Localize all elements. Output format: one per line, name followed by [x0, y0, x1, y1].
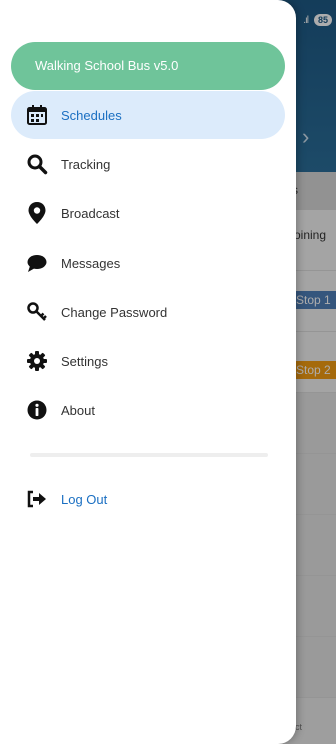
- menu-item-label: Broadcast: [61, 205, 120, 221]
- gear-icon: [25, 349, 49, 373]
- map-pin-icon: [25, 201, 49, 225]
- menu-item-label: Messages: [61, 255, 121, 271]
- menu-divider: [30, 453, 268, 457]
- menu-item-settings[interactable]: Settings: [11, 337, 285, 385]
- logout-label: Log Out: [61, 491, 108, 507]
- menu-item-label: Change Password: [61, 304, 168, 320]
- calendar-icon: [25, 103, 49, 127]
- menu-item-change-password[interactable]: Change Password: [11, 288, 285, 336]
- menu-item-label: Tracking: [61, 156, 111, 172]
- info-icon: [25, 398, 49, 422]
- key-icon: [25, 300, 49, 324]
- chat-bubble-icon: [25, 251, 49, 275]
- menu-item-broadcast[interactable]: Broadcast: [11, 189, 285, 237]
- menu-item-schedules[interactable]: Schedules: [11, 91, 285, 139]
- menu-item-about[interactable]: About: [11, 386, 285, 434]
- app-title: Walking School Bus v5.0: [11, 42, 285, 90]
- logout-button[interactable]: Log Out: [11, 475, 285, 523]
- navigation-drawer: Walking School Bus v5.0 Schedules Tracki…: [0, 0, 296, 744]
- search-icon: [25, 152, 49, 176]
- menu-item-label: About: [61, 402, 95, 418]
- menu-item-tracking[interactable]: Tracking: [11, 140, 285, 188]
- logout-icon: [25, 487, 49, 511]
- menu-item-messages[interactable]: Messages: [11, 239, 285, 287]
- menu-item-label: Settings: [61, 353, 108, 369]
- menu-item-label: Schedules: [61, 107, 122, 123]
